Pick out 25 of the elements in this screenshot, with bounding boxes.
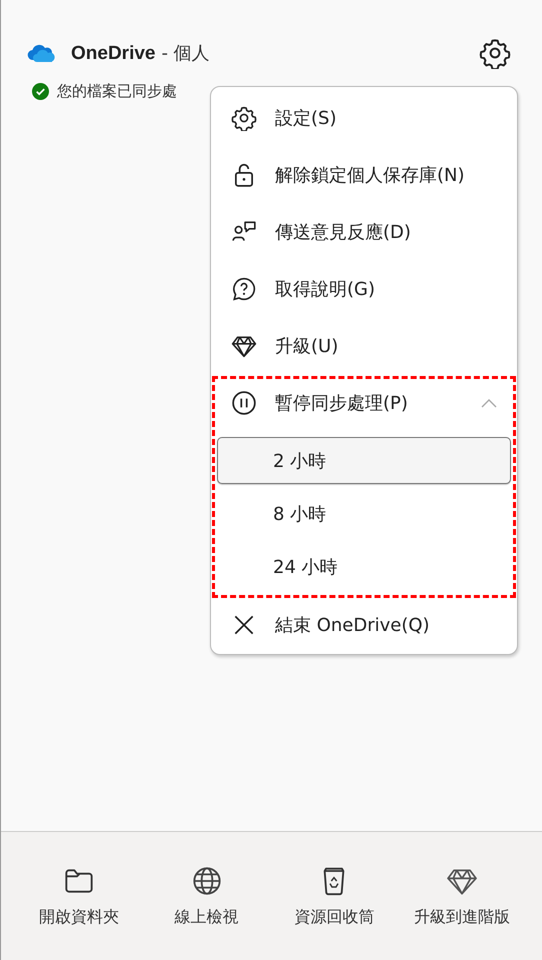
globe-icon (190, 864, 223, 896)
menu-option[interactable]: 8 小時 (217, 490, 511, 537)
toolbar-button[interactable]: 開啟資料夾 (15, 832, 143, 960)
menu-item[interactable]: 結束 OneDrive(Q) (211, 596, 517, 653)
menu-option[interactable]: 24 小時 (217, 543, 511, 590)
check-icon (32, 82, 49, 100)
menu-item[interactable]: 設定(S) (211, 89, 517, 146)
menu-item[interactable]: 升級(U) (211, 317, 517, 374)
help-icon (231, 276, 257, 302)
settings-icon (479, 37, 511, 69)
chevron-up-icon (481, 398, 497, 408)
menu-item[interactable]: 取得說明(G) (211, 260, 517, 317)
toolbar-button[interactable]: 資源回收筒 (270, 832, 398, 960)
sync-status: 您的檔案已同步處 (57, 82, 177, 100)
pause-icon (231, 390, 257, 416)
toolbar-button[interactable]: 升級到進階版 (398, 832, 526, 960)
toolbar-button[interactable]: 線上檢視 (142, 832, 270, 960)
cloud-logo-icon (25, 43, 57, 63)
app-name: OneDrive (71, 43, 156, 65)
menu-item[interactable]: 解除鎖定個人保存庫(N) (211, 146, 517, 203)
settings-icon (231, 104, 257, 130)
menu-item[interactable]: 暫停同步處理(P) (211, 374, 517, 431)
account-label: - 個人 (161, 42, 210, 65)
menu-option[interactable]: 2 小時 (217, 437, 511, 484)
menu-item[interactable]: 傳送意見反應(D) (211, 203, 517, 260)
